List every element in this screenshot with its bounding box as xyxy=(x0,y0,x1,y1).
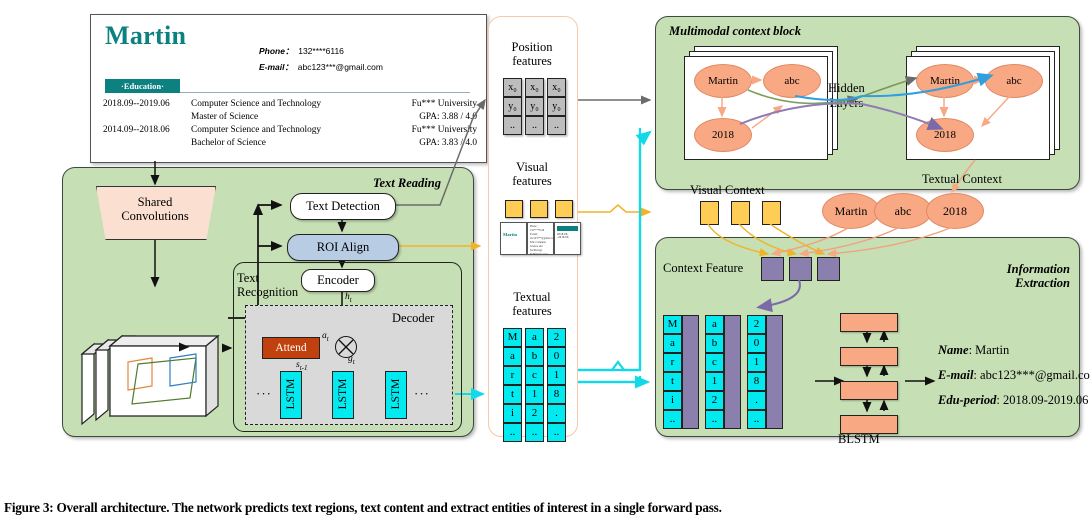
entity-value: Martin xyxy=(975,343,1010,357)
extracted-entity-name: Name: Martin xyxy=(938,343,1090,358)
entity-value: abc123***@gmail.com xyxy=(980,368,1090,382)
ie-context-column-3 xyxy=(766,315,783,429)
ie-textual-cell: .. xyxy=(663,410,682,429)
ie-context-column-2 xyxy=(724,315,741,429)
blstm-cell-3 xyxy=(840,381,898,400)
ie-context-column-1 xyxy=(682,315,699,429)
ie-textual-cell: 1 xyxy=(747,353,766,372)
blstm-cell-2 xyxy=(840,347,898,366)
blstm-cell-1 xyxy=(840,313,898,332)
entity-value: 2018.09-2019.06 xyxy=(1002,393,1089,407)
entity-key: Edu-period xyxy=(938,393,997,407)
entity-key: E-mail xyxy=(938,368,974,382)
entity-separator: : xyxy=(996,393,1003,407)
ie-feature-pair-1: Ma r t i.. xyxy=(663,315,699,429)
ie-textual-column-1: Ma r t i.. xyxy=(663,315,682,429)
extracted-entity-edu-period: Edu-period: 2018.09-2019.06 xyxy=(938,393,1090,408)
extracted-entities-list: Name: Martin E-mail: abc123***@gmail.com E… xyxy=(938,343,1090,418)
ie-textual-cell: 8 xyxy=(747,372,766,391)
ie-connectors xyxy=(707,223,951,413)
ie-textual-cell: c xyxy=(705,353,724,372)
ie-feature-pair-3: 2 0 1 8... xyxy=(747,315,783,429)
ie-textual-cell: .. xyxy=(747,410,766,429)
ie-textual-cell: a xyxy=(663,334,682,353)
ie-textual-column-3: 2 0 1 8... xyxy=(747,315,766,429)
ie-textual-cell: b xyxy=(705,334,724,353)
ie-textual-cell: . xyxy=(747,391,766,410)
ie-textual-cell: i xyxy=(663,391,682,410)
entity-key: Name xyxy=(938,343,969,357)
ie-textual-cell: 2 xyxy=(705,391,724,410)
ie-textual-cell: 0 xyxy=(747,334,766,353)
blstm-label: BLSTM xyxy=(838,432,880,446)
ie-feature-grid: Ma r t i.. a b c 1 2.. 2 0 1 8... xyxy=(663,315,783,429)
ie-textual-cell: M xyxy=(663,315,682,334)
ie-textual-cell: .. xyxy=(705,410,724,429)
ie-textual-cell: a xyxy=(705,315,724,334)
ie-textual-cell: 1 xyxy=(705,372,724,391)
ie-feature-pair-2: a b c 1 2.. xyxy=(705,315,741,429)
ie-textual-cell: t xyxy=(663,372,682,391)
ie-textual-column-2: a b c 1 2.. xyxy=(705,315,724,429)
ie-textual-cell: r xyxy=(663,353,682,372)
extracted-entity-e-mail: E-mail: abc123***@gmail.com xyxy=(938,368,1090,383)
ie-textual-cell: 2 xyxy=(747,315,766,334)
figure-caption: Figure 3: Overall architecture. The netw… xyxy=(4,500,722,515)
